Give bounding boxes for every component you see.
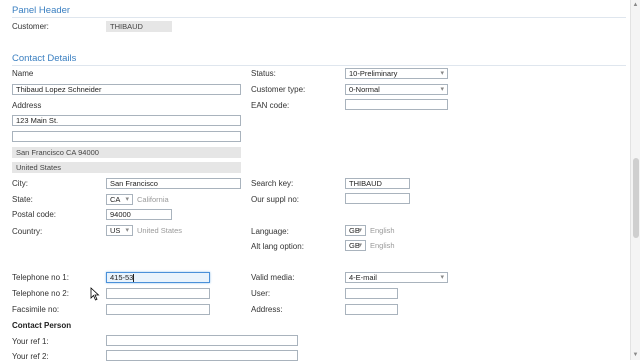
your-ref-1-label: Your ref 1:: [12, 337, 49, 346]
vertical-scrollbar[interactable]: ▲ ▼: [630, 0, 640, 360]
facsimile-field[interactable]: [106, 304, 210, 315]
search-key-label: Search key:: [251, 179, 294, 188]
name-field[interactable]: Thibaud Lopez Schneider: [12, 84, 241, 95]
name-label: Name: [12, 69, 34, 78]
customer-label: Customer:: [12, 22, 49, 31]
divider: [12, 17, 626, 18]
state-label: State:: [12, 195, 33, 204]
your-ref-1-field[interactable]: [106, 335, 298, 346]
city-field[interactable]: San Francisco: [106, 178, 241, 189]
language-name-text: English: [370, 226, 395, 235]
status-select[interactable]: 10-Preliminary: [345, 68, 448, 79]
language-select[interactable]: GB: [345, 225, 366, 236]
country-label: Country:: [12, 227, 43, 236]
postal-code-label: Postal code:: [12, 210, 57, 219]
language-label: Language:: [251, 227, 289, 236]
mouse-pointer-icon: [90, 287, 100, 301]
city-label: City:: [12, 179, 28, 188]
ean-code-label: EAN code:: [251, 101, 290, 110]
facsimile-label: Facsimile no:: [12, 305, 60, 314]
panel-header-title: Panel Header: [12, 5, 71, 16]
alt-lang-label: Alt lang option:: [251, 242, 304, 251]
text-caret: [133, 274, 135, 282]
scroll-thumb[interactable]: [633, 158, 639, 238]
our-suppl-no-label: Our suppl no:: [251, 195, 300, 204]
address-line1-field[interactable]: 123 Main St.: [12, 115, 241, 126]
scroll-up-icon[interactable]: ▲: [632, 1, 639, 9]
valid-media-label: Valid media:: [251, 273, 295, 282]
address2-field[interactable]: [345, 304, 398, 315]
country-name-text: United States: [137, 226, 183, 235]
search-key-field[interactable]: THIBAUD: [345, 178, 410, 189]
alt-lang-name-text: English: [370, 241, 395, 250]
contact-details-title: Contact Details: [12, 53, 77, 64]
telephone-1-label: Telephone no 1:: [12, 273, 69, 282]
status-label: Status:: [251, 69, 276, 78]
user-label: User:: [251, 289, 271, 298]
country-select[interactable]: US: [106, 225, 133, 236]
user-field[interactable]: [345, 288, 398, 299]
postal-code-field[interactable]: 94000: [106, 209, 172, 220]
customer-type-select[interactable]: 0-Normal: [345, 84, 448, 95]
telephone-2-field[interactable]: [106, 288, 210, 299]
address-label: Address: [12, 101, 42, 110]
telephone-1-field[interactable]: 415-53: [106, 272, 210, 283]
divider: [12, 65, 626, 66]
address-readonly-line1: San Francisco CA 94000: [12, 147, 241, 158]
alt-lang-select[interactable]: GB: [345, 240, 366, 251]
ean-code-field[interactable]: [345, 99, 448, 110]
address2-label: Address:: [251, 305, 283, 314]
address-line2-field[interactable]: [12, 131, 241, 142]
our-suppl-no-field[interactable]: [345, 193, 410, 204]
customer-type-label: Customer type:: [251, 85, 306, 94]
contact-person-title: Contact Person: [12, 321, 72, 330]
telephone-1-value: 415-53: [110, 273, 134, 282]
telephone-2-label: Telephone no 2:: [12, 289, 69, 298]
scroll-down-icon[interactable]: ▼: [632, 351, 639, 359]
state-select[interactable]: CA: [106, 194, 133, 205]
state-name-text: California: [137, 195, 169, 204]
address-readonly-line2: United States: [12, 162, 241, 173]
valid-media-select[interactable]: 4-E-mail: [345, 272, 448, 283]
your-ref-2-field[interactable]: [106, 350, 298, 361]
customer-field: THIBAUD: [106, 21, 172, 32]
